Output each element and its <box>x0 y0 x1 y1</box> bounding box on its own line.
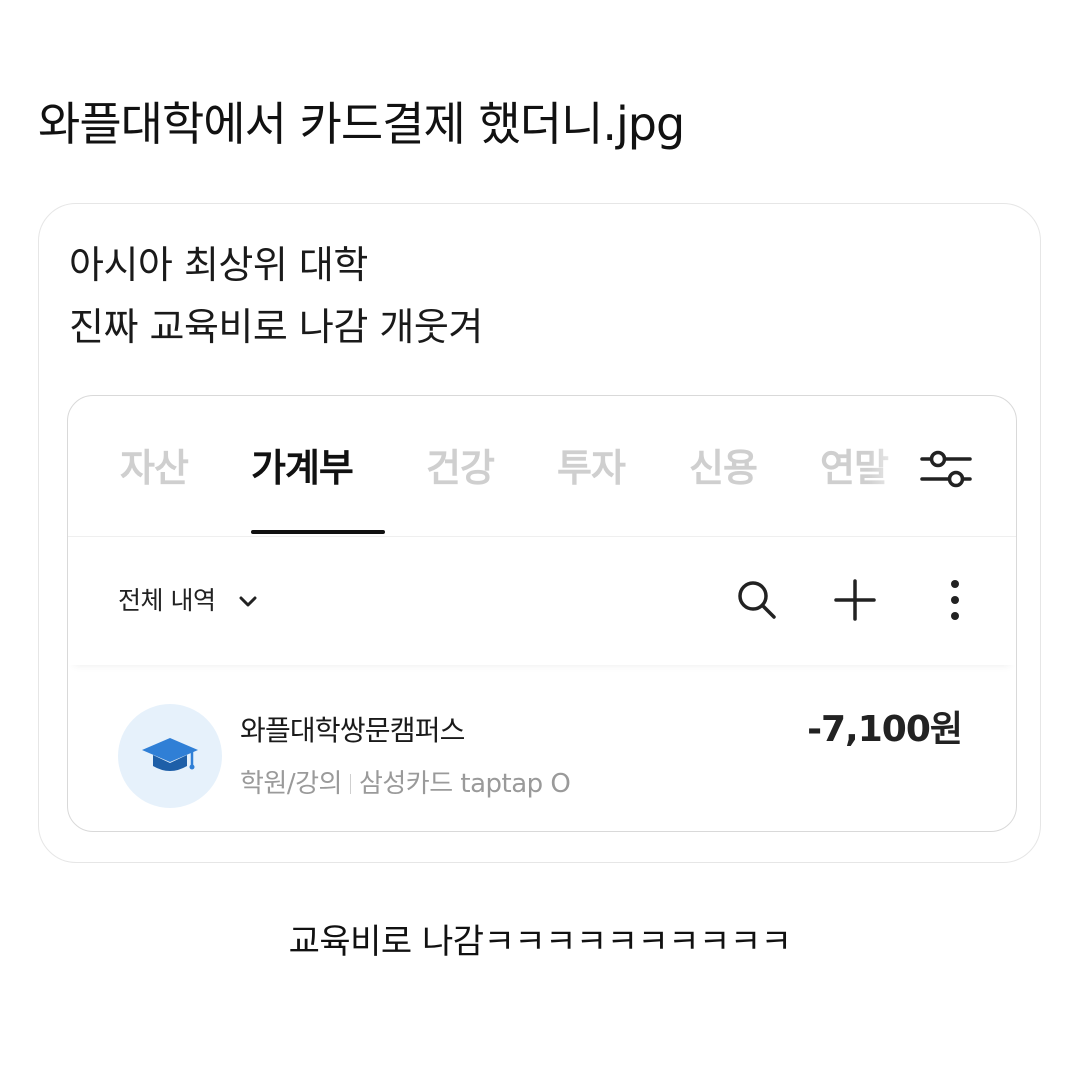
tab-health[interactable]: 건강 <box>426 438 495 498</box>
transaction-category: 학원/강의 <box>240 769 342 799</box>
tab-household-ledger[interactable]: 가계부 <box>251 438 354 498</box>
app-screenshot: 자산 가계부 건강 투자 신용 연말 전체 내역 와플대학쌍문캠퍼스 학원/강의… <box>67 395 1017 832</box>
dropdown-label: 전체 내역 <box>118 586 216 615</box>
post-text: 아시아 최상위 대학 진짜 교육비로 나감 개웃겨 <box>69 234 483 358</box>
tab-investment[interactable]: 투자 <box>557 438 626 498</box>
post-line-1: 아시아 최상위 대학 <box>69 243 368 287</box>
page-title: 와플대학에서 카드결제 했더니.jpg <box>38 97 685 151</box>
tab-assets[interactable]: 자산 <box>120 438 189 498</box>
more-vertical-icon[interactable] <box>930 575 980 625</box>
post-card: 아시아 최상위 대학 진짜 교육비로 나감 개웃겨 자산 가계부 건강 투자 신… <box>38 203 1041 863</box>
payment-card: 삼성카드 taptap O <box>358 769 571 799</box>
transaction-amount: -7,100원 <box>807 709 963 750</box>
history-filter-dropdown[interactable]: 전체 내역 <box>118 581 259 621</box>
tab-fade <box>868 436 913 500</box>
chevron-down-icon <box>239 596 257 607</box>
merchant-name: 와플대학쌍문캠퍼스 <box>240 714 465 747</box>
post-line-2: 진짜 교육비로 나감 개웃겨 <box>69 305 483 349</box>
ledger-toolbar: 전체 내역 <box>68 537 1016 665</box>
transaction-row[interactable]: 와플대학쌍문캠퍼스 학원/강의 삼성카드 taptap O -7,100원 <box>68 666 1016 826</box>
tab-bar: 자산 가계부 건강 투자 신용 연말 <box>68 396 1016 537</box>
search-icon[interactable] <box>732 575 782 625</box>
plus-icon[interactable] <box>830 575 880 625</box>
tab-credit[interactable]: 신용 <box>689 438 758 498</box>
category-avatar <box>118 704 222 808</box>
active-tab-indicator <box>251 530 385 534</box>
sliders-icon[interactable] <box>918 446 974 492</box>
transaction-meta: 학원/강의 삼성카드 taptap O <box>240 766 571 802</box>
caption: 교육비로 나감ㅋㅋㅋㅋㅋㅋㅋㅋㅋㅋ <box>288 922 792 962</box>
meta-divider <box>349 774 351 794</box>
graduation-cap-icon <box>142 738 198 771</box>
